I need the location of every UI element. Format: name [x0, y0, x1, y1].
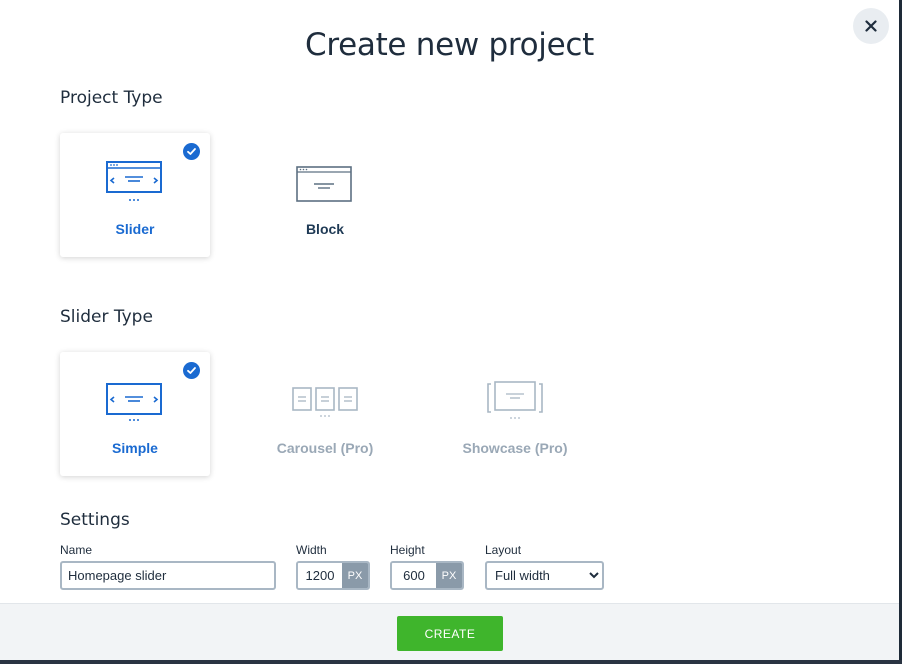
showcase-icon [486, 378, 544, 424]
width-field: PX [296, 561, 370, 590]
slider-type-carousel[interactable]: Carousel (Pro) [250, 352, 400, 476]
create-button[interactable]: CREATE [397, 616, 503, 651]
layout-select[interactable]: Full width [485, 561, 604, 590]
slider-type-simple-label: Simple [112, 440, 158, 456]
name-input[interactable] [60, 561, 276, 590]
project-type-slider-label: Slider [115, 221, 155, 237]
height-unit: PX [436, 563, 462, 588]
settings-heading: Settings [60, 510, 130, 530]
name-label: Name [60, 543, 93, 557]
height-label: Height [390, 543, 425, 557]
project-type-slider[interactable]: Slider [60, 133, 210, 257]
height-input[interactable] [392, 563, 436, 588]
selected-check-icon [183, 362, 200, 379]
dialog-footer: CREATE [0, 603, 899, 660]
carousel-icon [292, 378, 358, 424]
block-icon [296, 159, 354, 205]
slider-type-showcase-label: Showcase (Pro) [462, 440, 568, 456]
selected-check-icon [183, 143, 200, 160]
project-type-block-label: Block [305, 221, 345, 237]
create-project-dialog: Create new project Project Type Slider B… [0, 0, 899, 660]
slider-type-carousel-label: Carousel (Pro) [276, 440, 374, 456]
project-type-heading: Project Type [60, 88, 163, 108]
project-type-block[interactable]: Block [250, 133, 400, 257]
backdrop-bottom-edge [0, 660, 902, 664]
simple-slider-icon [106, 378, 164, 424]
slider-type-simple[interactable]: Simple [60, 352, 210, 476]
slider-type-showcase[interactable]: Showcase (Pro) [440, 352, 590, 476]
width-label: Width [296, 543, 327, 557]
dialog-title: Create new project [305, 27, 594, 63]
width-unit: PX [342, 563, 368, 588]
slider-icon [106, 159, 164, 205]
width-input[interactable] [298, 563, 342, 588]
layout-label: Layout [485, 543, 522, 557]
height-field: PX [390, 561, 464, 590]
slider-type-heading: Slider Type [60, 307, 153, 327]
